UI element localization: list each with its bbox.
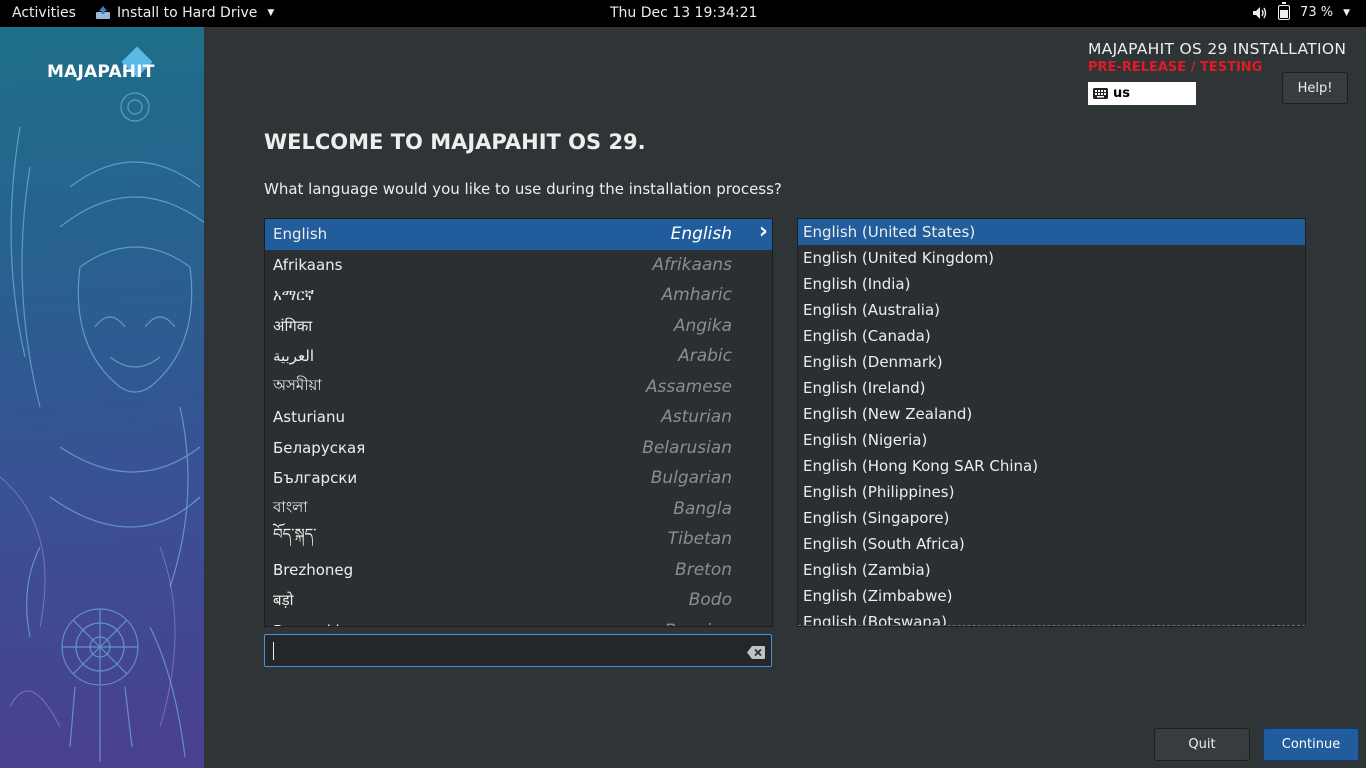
language-english-name: Bulgarian: [650, 468, 732, 489]
locale-row[interactable]: English (Denmark): [798, 349, 1305, 375]
language-native-name: አማርኛ: [273, 286, 315, 305]
language-row[interactable]: English English ›: [265, 219, 772, 250]
language-native-name: Brezhoneg: [273, 560, 354, 579]
language-english-name: English: [670, 224, 732, 245]
language-english-name: Afrikaans: [652, 254, 732, 275]
language-row[interactable]: অসমীয়া Assamese: [265, 372, 772, 403]
installer-icon: [95, 6, 111, 20]
battery-percent: 73 %: [1300, 5, 1334, 20]
locale-row[interactable]: English (Nigeria): [798, 427, 1305, 453]
language-search-input[interactable]: [271, 639, 731, 662]
language-search-field[interactable]: [264, 634, 772, 667]
language-english-name: Tibetan: [667, 529, 732, 550]
top-bar: Activities Install to Hard Drive ▼ Thu D…: [0, 0, 1366, 27]
lion-artwork: [0, 92, 204, 762]
continue-button[interactable]: Continue: [1263, 728, 1359, 761]
language-question: What language would you like to use duri…: [264, 180, 782, 198]
locale-row[interactable]: English (New Zealand): [798, 401, 1305, 427]
language-english-name: Bosnian: [664, 621, 732, 626]
language-english-name: Amharic: [661, 285, 732, 306]
locale-row[interactable]: English (Hong Kong SAR China): [798, 453, 1305, 479]
language-english-name: Angika: [673, 315, 732, 336]
language-row[interactable]: العربية Arabic: [265, 341, 772, 372]
language-row[interactable]: Brezhoneg Breton: [265, 555, 772, 586]
language-english-name: Arabic: [678, 346, 732, 367]
app-menu[interactable]: Install to Hard Drive ▼: [95, 5, 274, 21]
language-native-name: English: [273, 225, 328, 244]
clear-text-icon[interactable]: [747, 644, 765, 659]
language-list[interactable]: English English › Afrikaans Afrikaans አማርኛ Amh…: [264, 218, 773, 627]
sidebar-artwork: MAJAPAHIT: [0, 27, 204, 768]
language-row[interactable]: አማርኛ Amharic: [265, 280, 772, 311]
help-button[interactable]: Help!: [1282, 72, 1348, 104]
text-cursor: [273, 642, 274, 660]
locale-row[interactable]: English (Ireland): [798, 375, 1305, 401]
language-native-name: অসমীয়া: [273, 376, 322, 395]
language-english-name: Bangla: [673, 498, 732, 519]
brand-logo: MAJAPAHIT: [47, 62, 155, 82]
battery-icon: [1278, 2, 1291, 20]
language-row[interactable]: Беларуская Belarusian: [265, 433, 772, 464]
locale-row[interactable]: English (Zambia): [798, 557, 1305, 583]
language-row[interactable]: বাংলা Bangla: [265, 494, 772, 525]
keyboard-icon: [1093, 88, 1108, 99]
language-native-name: العربية: [273, 347, 314, 366]
quit-button[interactable]: Quit: [1154, 728, 1250, 761]
chevron-down-icon: ▼: [1343, 7, 1350, 18]
language-native-name: Afrikaans: [273, 255, 343, 274]
language-english-name: Bodo: [688, 590, 732, 611]
language-row[interactable]: Afrikaans Afrikaans: [265, 250, 772, 281]
system-tray[interactable]: 73 % ▼: [1252, 2, 1350, 20]
locale-row[interactable]: English (United Kingdom): [798, 245, 1305, 271]
clock[interactable]: Thu Dec 13 19:34:21: [610, 5, 757, 21]
installation-title: MAJAPAHIT OS 29 INSTALLATION: [1088, 40, 1347, 58]
language-native-name: Bosanski: [273, 622, 340, 626]
page-title: WELCOME TO MAJAPAHIT OS 29.: [264, 130, 646, 154]
chevron-right-icon: ›: [758, 219, 768, 244]
language-row[interactable]: Asturianu Asturian: [265, 402, 772, 433]
prerelease-label: PRE-RELEASE / TESTING: [1088, 60, 1263, 75]
locale-row[interactable]: English (United States): [798, 219, 1305, 245]
language-row[interactable]: Bosanski Bosnian: [265, 616, 772, 626]
language-native-name: Беларуская: [273, 438, 366, 457]
language-english-name: Asturian: [661, 407, 732, 428]
locale-row[interactable]: English (South Africa): [798, 531, 1305, 557]
language-native-name: बड़ो: [273, 591, 294, 610]
app-name: Install to Hard Drive: [117, 5, 258, 21]
language-row[interactable]: बड़ो Bodo: [265, 585, 772, 616]
language-row[interactable]: Български Bulgarian: [265, 463, 772, 494]
language-row[interactable]: अंगिका Angika: [265, 311, 772, 342]
activities-button[interactable]: Activities: [12, 5, 76, 21]
language-row[interactable]: བོད་སྐད་ Tibetan: [265, 524, 772, 555]
locale-row[interactable]: English (Philippines): [798, 479, 1305, 505]
locale-row[interactable]: English (Singapore): [798, 505, 1305, 531]
language-english-name: Belarusian: [642, 437, 732, 458]
keyboard-layout-value: us: [1113, 86, 1130, 101]
locale-row[interactable]: English (India): [798, 271, 1305, 297]
language-native-name: Български: [273, 469, 358, 488]
language-native-name: Asturianu: [273, 408, 346, 427]
language-english-name: Breton: [675, 559, 732, 580]
locale-row[interactable]: English (Australia): [798, 297, 1305, 323]
scroll-edge: [798, 623, 1305, 626]
locale-row[interactable]: English (Zimbabwe): [798, 583, 1305, 609]
locale-row[interactable]: English (Canada): [798, 323, 1305, 349]
language-native-name: अंगिका: [273, 316, 313, 335]
locale-list[interactable]: English (United States) English (United K…: [797, 218, 1306, 627]
chevron-down-icon: ▼: [267, 8, 275, 18]
keyboard-layout-indicator[interactable]: us: [1088, 82, 1196, 105]
speaker-icon: [1252, 6, 1268, 20]
language-english-name: Assamese: [645, 376, 732, 397]
